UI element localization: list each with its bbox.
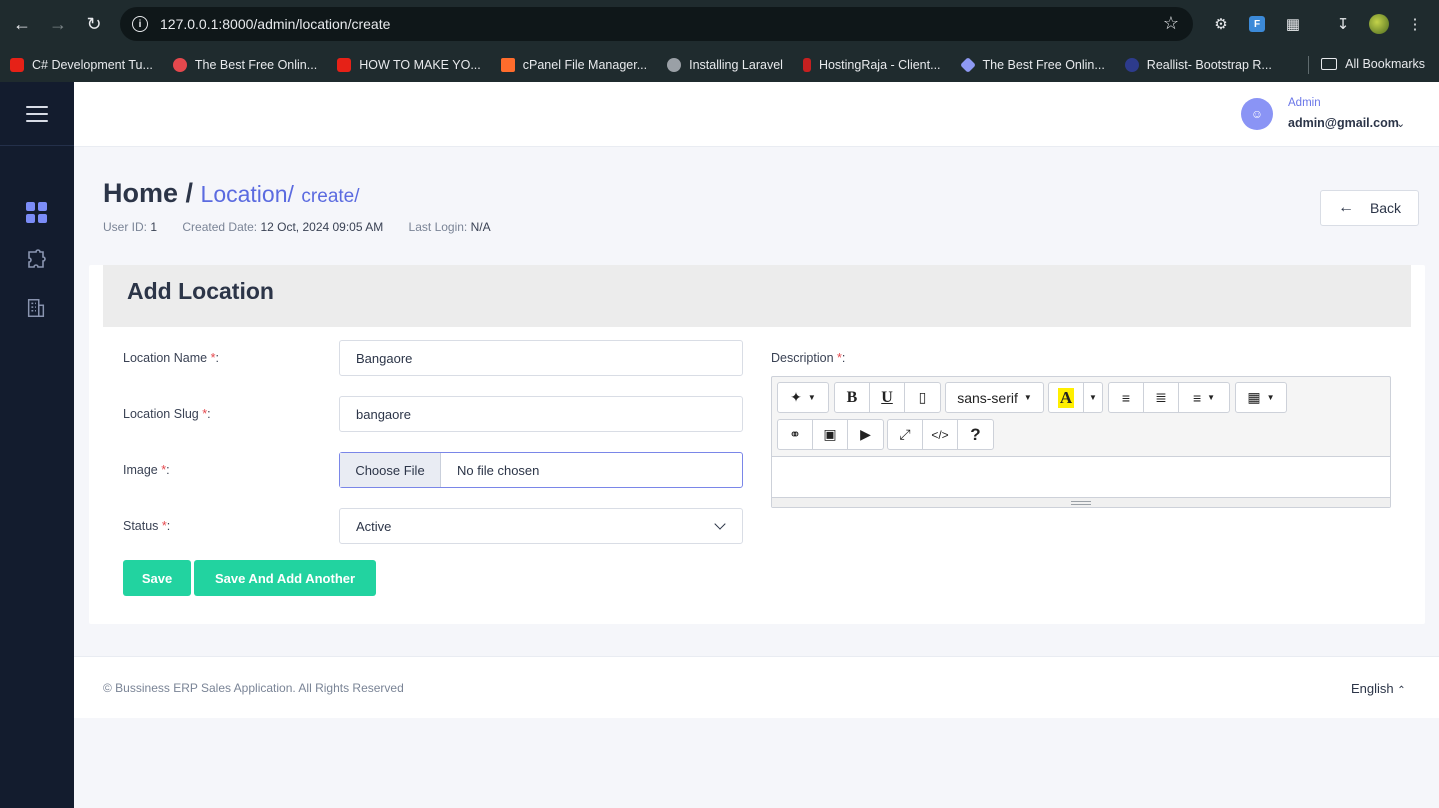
video-icon[interactable]: ▶	[848, 420, 883, 449]
location-slug-label: Location Slug *:	[123, 407, 211, 421]
site-icon	[1124, 58, 1139, 72]
magic-wand-icon[interactable]: ✦ ▼	[778, 383, 828, 412]
forward-arrow-icon[interactable]: →	[40, 6, 76, 42]
bookmark-item[interactable]: Installing Laravel	[667, 58, 783, 72]
page-meta: User ID: 1 Created Date: 12 Oct, 2024 09…	[103, 220, 491, 234]
editor-resize-handle[interactable]	[772, 497, 1390, 507]
image-label: Image *:	[123, 463, 170, 477]
location-name-input[interactable]: Bangaore	[339, 340, 743, 376]
youtube-icon	[337, 58, 352, 72]
address-bar[interactable]: i 127.0.0.1:8000/admin/location/create ☆	[120, 7, 1193, 41]
location-slug-input[interactable]: bangaore	[339, 396, 743, 432]
code-view-icon[interactable]: </>	[923, 420, 958, 449]
rich-text-editor: ✦ ▼ B U ▯ sans-serif ▼ A ▼ ≡ ≣ ≡ ▼ ▦ ▼ ⚭ ▣ ▶…	[771, 376, 1391, 508]
bookmark-star-icon[interactable]: ☆	[1163, 13, 1179, 34]
site-info-icon[interactable]: i	[132, 16, 148, 32]
layers-icon	[959, 57, 976, 73]
bookmark-item[interactable]: cPanel File Manager...	[500, 58, 647, 72]
font-color-icon[interactable]: A	[1049, 383, 1084, 412]
help-icon[interactable]: ?	[958, 420, 993, 449]
arrow-left-icon: ←	[1337, 199, 1354, 216]
reload-icon[interactable]: ↻	[76, 6, 112, 42]
save-button[interactable]: Save	[123, 560, 191, 596]
bookmark-item[interactable]: C# Development Tu...	[10, 58, 153, 72]
hamburger-menu-icon[interactable]	[26, 105, 48, 122]
download-icon[interactable]: ↧	[1327, 8, 1359, 40]
numbered-list-icon[interactable]: ≣	[1144, 383, 1179, 412]
language-selector[interactable]: English ⌃	[1351, 681, 1406, 696]
align-icon[interactable]: ≡ ▼	[1179, 383, 1229, 412]
kebab-menu-icon[interactable]: ⋮	[1399, 8, 1431, 40]
card-title: Add Location	[127, 278, 274, 304]
url-text: 127.0.0.1:8000/admin/location/create	[160, 16, 391, 32]
user-role: Admin	[1288, 97, 1321, 109]
underline-icon[interactable]: U	[870, 383, 905, 412]
app-sidebar	[0, 82, 74, 808]
extension-icon[interactable]: ⚙	[1205, 8, 1237, 40]
bookmark-item[interactable]: HostingRaja - Client...	[802, 58, 941, 72]
browser-toolbar: ← → ↻ i 127.0.0.1:8000/admin/location/cr…	[0, 0, 1439, 48]
user-email[interactable]: admin@gmail.com	[1288, 116, 1399, 130]
file-status: No file chosen	[457, 462, 540, 478]
breadcrumb-location[interactable]: Location/	[201, 181, 294, 207]
eraser-icon[interactable]: ▯	[905, 383, 940, 412]
bookmarks-bar: C# Development Tu... The Best Free Onlin…	[0, 48, 1439, 82]
user-avatar[interactable]: ☺	[1241, 98, 1273, 130]
extension-badge-icon[interactable]: F	[1241, 8, 1273, 40]
folder-icon	[1321, 58, 1338, 70]
puzzle-icon[interactable]	[24, 248, 48, 272]
bullet-list-icon[interactable]: ≡	[1109, 383, 1144, 412]
image-icon[interactable]: ▣	[813, 420, 848, 449]
choose-file-button[interactable]: Choose File	[340, 453, 441, 487]
add-location-card: Add Location Location Name *: Bangaore L…	[89, 265, 1425, 624]
page-title: Home / Location/ create/	[103, 178, 360, 208]
profile-avatar[interactable]	[1363, 8, 1395, 40]
youtube-icon	[10, 58, 24, 72]
bookmark-item[interactable]: HOW TO MAKE YO...	[337, 58, 481, 72]
chevron-down-icon	[714, 518, 726, 530]
site-icon	[172, 58, 187, 72]
status-label: Status *:	[123, 519, 171, 533]
bookmark-item[interactable]: Reallist- Bootstrap R...	[1124, 58, 1272, 72]
table-icon[interactable]: ▦ ▼	[1236, 383, 1286, 412]
copyright-text: © Bussiness ERP Sales Application. All R…	[103, 681, 404, 695]
building-icon[interactable]	[24, 296, 48, 320]
back-button[interactable]: ← Back	[1320, 190, 1419, 226]
description-label: Description *:	[771, 351, 846, 365]
location-name-label: Location Name *:	[123, 351, 219, 365]
font-family-dropdown[interactable]: sans-serif ▼	[946, 383, 1043, 412]
breadcrumb-create[interactable]: create/	[301, 186, 359, 207]
app-header: ☺ Admin admin@gmail.com ⌄	[74, 82, 1439, 147]
bookmark-item[interactable]: The Best Free Onlin...	[959, 57, 1105, 73]
save-and-add-another-button[interactable]: Save And Add Another	[194, 560, 376, 596]
link-icon[interactable]: ⚭	[778, 420, 813, 449]
status-select[interactable]: Active	[339, 508, 743, 544]
site-icon	[802, 58, 811, 72]
puzzle-icon[interactable]: ▦	[1277, 8, 1309, 40]
globe-icon	[667, 58, 682, 72]
back-arrow-icon[interactable]: ←	[4, 6, 40, 42]
image-file-input[interactable]: Choose File No file chosen	[339, 452, 743, 488]
description-editor-area[interactable]	[772, 456, 1390, 497]
cpanel-icon	[500, 58, 515, 72]
bold-icon[interactable]: B	[835, 383, 870, 412]
bookmark-item[interactable]: The Best Free Onlin...	[172, 58, 317, 72]
dashboard-icon[interactable]	[24, 200, 48, 224]
color-dropdown-icon[interactable]: ▼	[1084, 383, 1102, 412]
all-bookmarks[interactable]: All Bookmarks	[1321, 57, 1425, 71]
fullscreen-icon[interactable]: ⤢	[888, 420, 923, 449]
app-footer: © Bussiness ERP Sales Application. All R…	[74, 656, 1439, 718]
chevron-down-icon[interactable]: ⌄	[1396, 117, 1405, 130]
